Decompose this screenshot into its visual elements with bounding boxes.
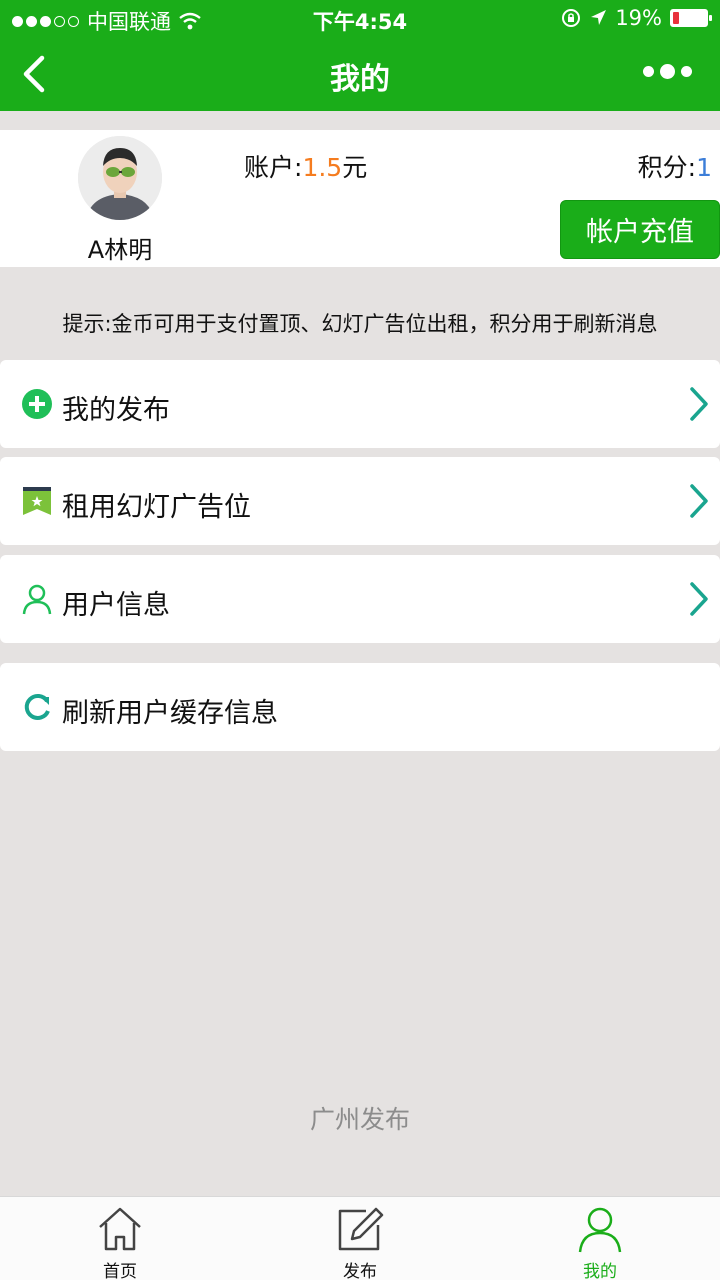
tab-publish[interactable]: 发布 — [300, 1197, 420, 1280]
page-title: 我的 — [330, 62, 390, 97]
chevron-right-icon — [690, 484, 708, 518]
plus-circle-icon — [22, 389, 52, 419]
tab-label: 首页 — [103, 1262, 137, 1280]
account-unit: 元 — [342, 153, 368, 182]
avatar-photo — [78, 136, 162, 220]
points-balance: 积分:1 — [638, 148, 712, 184]
menu-item-my-posts[interactable]: 我的发布 — [0, 360, 720, 448]
person-icon — [578, 1207, 622, 1253]
battery-icon — [670, 9, 712, 27]
battery-percent: 19% — [615, 6, 662, 30]
username: A林明 — [87, 236, 153, 264]
tab-home[interactable]: 首页 — [60, 1197, 180, 1280]
avatar[interactable] — [78, 136, 162, 220]
recharge-button[interactable]: 帐户充值 — [560, 200, 720, 259]
menu-item-refresh-cache[interactable]: 刷新用户缓存信息 — [0, 663, 720, 751]
menu-item-user-info[interactable]: 用户信息 — [0, 555, 720, 643]
tab-mine[interactable]: 我的 — [540, 1197, 660, 1280]
footer-brand: 广州发布 — [309, 1105, 410, 1134]
profile-card: A林明 账户:1.5元 积分:1 帐户充值 — [0, 130, 720, 267]
account-label: 账户: — [244, 153, 303, 182]
account-balance: 账户:1.5元 — [244, 148, 367, 184]
banner-flag-icon — [23, 487, 51, 515]
home-icon — [99, 1207, 141, 1251]
edit-icon — [338, 1207, 384, 1251]
location-arrow-icon — [591, 10, 607, 25]
rotation-lock-icon — [562, 9, 581, 27]
refresh-icon — [24, 693, 50, 720]
menu-item-rent-banner[interactable]: 租用幻灯广告位 — [0, 457, 720, 545]
points-label: 积分: — [637, 153, 697, 182]
points-value: 1 — [696, 153, 712, 182]
chevron-right-icon — [690, 387, 708, 421]
user-icon — [22, 584, 52, 615]
status-bar: 中国联通 下午4:54 19% — [0, 0, 720, 36]
menu-item-label: 用户信息 — [62, 590, 170, 621]
account-value: 1.5 — [302, 153, 343, 182]
chevron-right-icon — [690, 582, 708, 616]
menu-item-label: 我的发布 — [62, 395, 170, 426]
tab-label: 我的 — [583, 1262, 617, 1280]
menu-item-label: 租用幻灯广告位 — [62, 492, 251, 523]
tab-bar: 首页 发布 我的 — [0, 1196, 720, 1280]
tip-text: 提示:金币可用于支付置顶、幻灯广告位出租，积分用于刷新消息 — [62, 312, 658, 336]
tab-label: 发布 — [343, 1262, 377, 1280]
nav-bar: 我的 — [0, 36, 720, 111]
more-options-icon[interactable] — [643, 64, 692, 79]
menu-item-label: 刷新用户缓存信息 — [62, 698, 278, 729]
